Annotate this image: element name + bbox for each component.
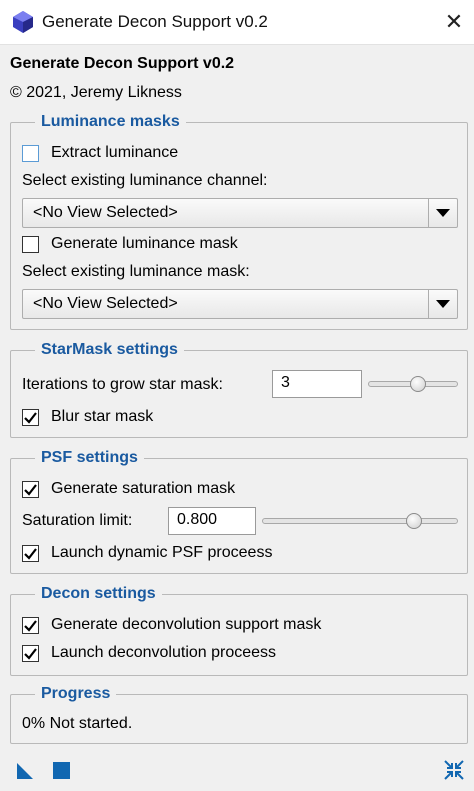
slider-track <box>262 518 458 524</box>
support-mask-label: Generate deconvolution support mask <box>51 616 322 633</box>
launch-decon-label: Launch deconvolution proceess <box>51 644 277 661</box>
extract-luminance-checkbox[interactable] <box>22 144 39 162</box>
dropdown-arrow-icon[interactable] <box>428 290 457 318</box>
starmask-settings-title: StarMask settings <box>35 340 184 360</box>
luminance-mask-value: <No View Selected> <box>33 295 178 312</box>
progress-title: Progress <box>35 684 117 704</box>
slider-handle[interactable] <box>410 376 427 392</box>
luminance-masks-title: Luminance masks <box>35 112 186 132</box>
psf-settings-group: PSF settings Generate saturation mask Sa… <box>10 448 468 574</box>
collapse-arrows-icon[interactable] <box>444 760 464 780</box>
psf-settings-title: PSF settings <box>35 448 144 468</box>
luminance-channel-dropdown[interactable]: <No View Selected> <box>22 198 458 228</box>
select-channel-label: Select existing luminance channel: <box>22 172 268 189</box>
support-mask-checkbox[interactable] <box>22 616 39 634</box>
new-instance-triangle-icon[interactable] <box>16 762 34 780</box>
support-mask-row[interactable]: Generate deconvolution support mask <box>22 616 321 634</box>
copyright-text: © 2021, Jeremy Likness <box>10 84 182 101</box>
extract-luminance-label: Extract luminance <box>51 144 179 161</box>
script-title: Generate Decon Support v0.2 <box>10 55 235 72</box>
starmask-settings-group: StarMask settings Iterations to grow sta… <box>10 340 468 438</box>
checkmark-icon <box>24 547 37 560</box>
generate-luminance-mask-checkbox[interactable] <box>22 235 39 253</box>
checkmark-icon <box>24 647 37 660</box>
iterations-input[interactable]: 3 <box>272 370 362 398</box>
launch-psf-label: Launch dynamic PSF proceess <box>51 544 273 561</box>
generate-saturation-mask-checkbox[interactable] <box>22 480 39 498</box>
close-button[interactable]: ✕ <box>440 8 468 36</box>
blur-star-mask-row[interactable]: Blur star mask <box>22 408 153 426</box>
luminance-channel-value: <No View Selected> <box>33 204 178 221</box>
launch-decon-row[interactable]: Launch deconvolution proceess <box>22 644 276 662</box>
generate-luminance-mask-label: Generate luminance mask <box>51 235 238 252</box>
launch-psf-checkbox[interactable] <box>22 544 39 562</box>
checkmark-icon <box>24 411 37 424</box>
slider-handle[interactable] <box>406 513 422 529</box>
generate-saturation-mask-row[interactable]: Generate saturation mask <box>22 480 235 498</box>
title-bar: Generate Decon Support v0.2 ✕ <box>0 0 474 45</box>
luminance-mask-dropdown[interactable]: <No View Selected> <box>22 289 458 319</box>
saturation-limit-slider[interactable] <box>262 513 458 529</box>
saturation-limit-label: Saturation limit: <box>22 512 133 529</box>
generate-luminance-mask-row[interactable]: Generate luminance mask <box>22 235 238 253</box>
apply-square-icon[interactable] <box>53 762 70 779</box>
dropdown-arrow-icon[interactable] <box>428 199 457 227</box>
blur-star-mask-label: Blur star mask <box>51 408 154 425</box>
checkmark-icon <box>24 619 37 632</box>
progress-group: Progress 0% Not started. <box>10 684 468 744</box>
select-mask-label: Select existing luminance mask: <box>22 263 250 280</box>
checkmark-icon <box>24 483 37 496</box>
iterations-slider[interactable] <box>368 376 458 392</box>
app-logo-icon <box>13 11 33 33</box>
window-title: Generate Decon Support v0.2 <box>42 12 268 31</box>
saturation-limit-input[interactable]: 0.800 <box>168 507 256 535</box>
launch-decon-checkbox[interactable] <box>22 644 39 662</box>
blur-star-mask-checkbox[interactable] <box>22 408 39 426</box>
luminance-masks-group: Luminance masks Extract luminance Select… <box>10 112 468 330</box>
extract-luminance-row[interactable]: Extract luminance <box>22 144 178 162</box>
iterations-label: Iterations to grow star mask: <box>22 376 223 393</box>
progress-status: 0% Not started. <box>22 715 133 732</box>
decon-settings-title: Decon settings <box>35 584 162 604</box>
launch-psf-row[interactable]: Launch dynamic PSF proceess <box>22 544 272 562</box>
generate-saturation-mask-label: Generate saturation mask <box>51 480 236 497</box>
decon-settings-group: Decon settings Generate deconvolution su… <box>10 584 468 676</box>
